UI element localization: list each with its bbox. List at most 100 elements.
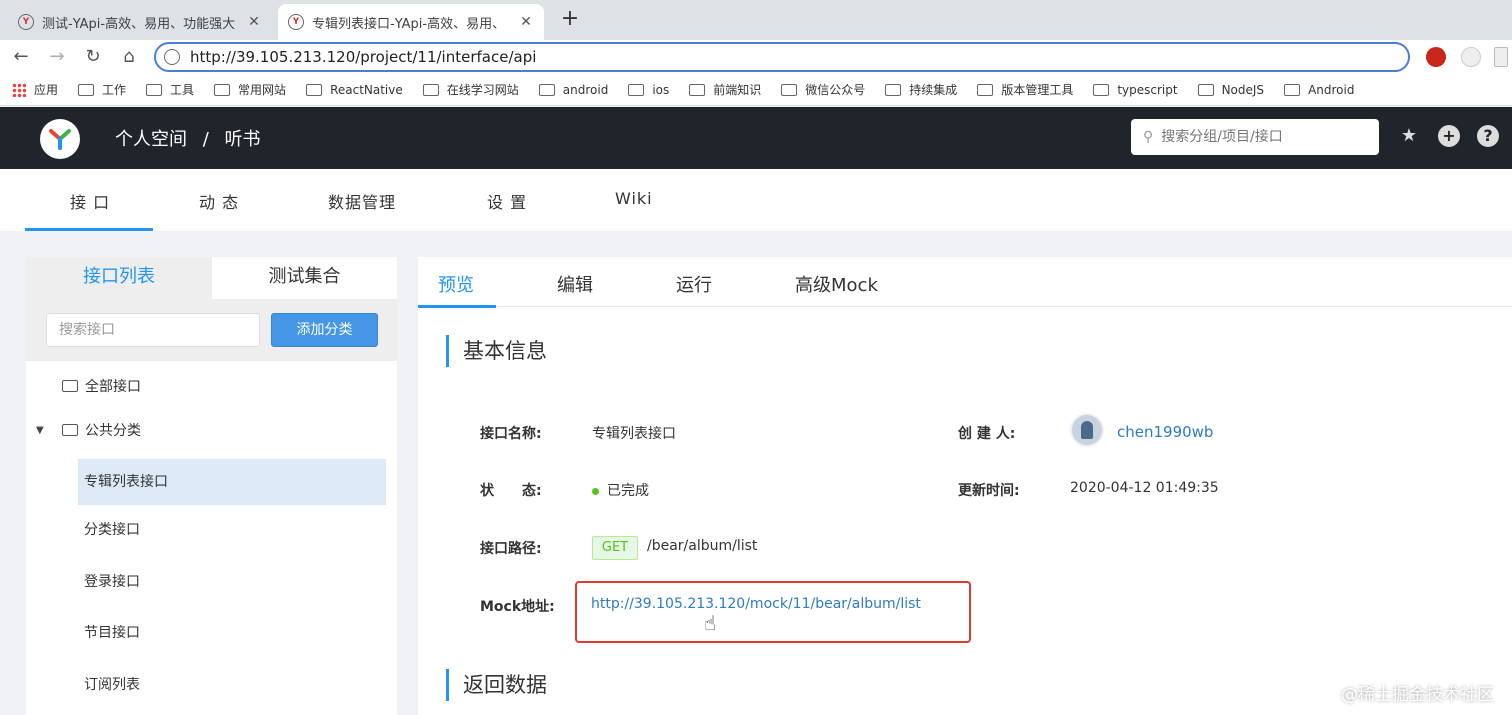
app-header: 个人空间 / 听书 ⚲ ★ + ? — [0, 107, 1512, 169]
folder-icon — [628, 83, 645, 96]
folder-icon — [538, 83, 555, 96]
yapi-favicon-icon: Y — [18, 14, 34, 30]
breadcrumb-separator: / — [202, 129, 209, 150]
subnav-data-manage[interactable]: 数据管理 — [328, 189, 396, 213]
interface-detail: 预览 编辑 运行 高级Mock 基本信息 接口名称: 专辑列表接口 创 建 人:… — [418, 257, 1512, 715]
tree-item-login-api[interactable]: 登录接口 — [78, 559, 386, 605]
tree-item-subscribe-list[interactable]: 订阅列表 — [78, 662, 386, 708]
bookmark-folder[interactable]: NodeJS — [1197, 83, 1264, 97]
folder-icon — [78, 83, 95, 96]
folder-icon — [977, 83, 994, 96]
yapi-favicon-icon: Y — [288, 14, 304, 30]
yapi-favicon-icon — [164, 49, 180, 65]
bookmarks-bar: 应用 工作 工具 常用网站 ReactNative 在线学习网站 android… — [0, 74, 1512, 106]
browser-tab-1[interactable]: Y 测试-YApi-高效、易用、功能强大 ✕ — [8, 4, 272, 40]
bookmark-folder[interactable]: typescript — [1093, 83, 1178, 97]
reload-icon[interactable]: ↻ — [80, 44, 106, 70]
creator-link[interactable]: chen1990wb — [1117, 423, 1213, 441]
forward-arrow-icon[interactable]: → — [44, 44, 70, 70]
interface-search-input[interactable]: 搜索接口 — [46, 313, 260, 347]
subnav-settings[interactable]: 设 置 — [487, 189, 527, 213]
help-icon[interactable]: ? — [1477, 125, 1499, 147]
extension-icon[interactable] — [1494, 47, 1508, 67]
folder-icon — [885, 83, 902, 96]
breadcrumb-project[interactable]: 听书 — [225, 129, 261, 150]
yapi-logo-mark — [49, 129, 71, 150]
bookmark-folder[interactable]: 在线学习网站 — [422, 81, 519, 98]
breadcrumb-space[interactable]: 个人空间 — [115, 129, 187, 150]
watermark-text: @稀土掘金技术社区 — [1341, 685, 1494, 705]
tree-item-album-list[interactable]: 专辑列表接口 — [78, 459, 386, 505]
folder-icon — [146, 83, 163, 96]
bookmark-folder[interactable]: 常用网站 — [214, 81, 286, 98]
tree-category[interactable]: ▼ 公共分类 — [26, 408, 397, 452]
bookmark-folder[interactable]: 工作 — [78, 81, 126, 98]
back-arrow-icon[interactable]: ← — [8, 44, 34, 70]
tab-run[interactable]: 运行 — [676, 271, 712, 297]
close-icon[interactable]: ✕ — [518, 14, 534, 30]
header-search[interactable]: ⚲ — [1131, 119, 1379, 155]
yapi-logo-icon[interactable] — [40, 119, 80, 159]
tab-title: 测试-YApi-高效、易用、功能强大 — [42, 16, 236, 32]
avatar[interactable] — [1070, 413, 1104, 447]
home-icon[interactable]: ⌂ — [116, 44, 142, 70]
folder-open-icon — [62, 424, 78, 436]
tab-preview[interactable]: 预览 — [438, 271, 474, 297]
tab-edit[interactable]: 编辑 — [557, 271, 593, 297]
bookmark-folder[interactable]: 版本管理工具 — [977, 81, 1073, 98]
bookmark-apps[interactable]: 应用 — [12, 81, 58, 98]
tree-item-program-api[interactable]: 节目接口 — [78, 610, 386, 656]
apps-grid-icon — [12, 82, 26, 97]
sidebar-tabs: 接口列表 测试集合 — [26, 257, 397, 299]
tree-item-category-api[interactable]: 分类接口 — [78, 507, 386, 553]
tab-interface-list[interactable]: 接口列表 — [26, 257, 212, 299]
folder-icon — [781, 83, 798, 96]
hand-cursor-icon: ☝ — [704, 611, 717, 635]
status-value: 已完成 — [607, 483, 649, 499]
status-dot-icon — [592, 487, 599, 495]
tree-all-interfaces[interactable]: 全部接口 — [26, 364, 397, 408]
name-label: 接口名称: — [480, 426, 542, 442]
subnav-activity[interactable]: 动 态 — [199, 189, 239, 213]
tree-all-label: 全部接口 — [85, 379, 141, 395]
url-bar[interactable]: http://39.105.213.120/project/11/interfa… — [154, 42, 1410, 72]
address-row: ← → ↻ ⌂ http://39.105.213.120/project/11… — [0, 40, 1512, 74]
tab-title: 专辑列表接口-YApi-高效、易用、 — [312, 16, 506, 32]
tab-test-collection[interactable]: 测试集合 — [212, 257, 397, 299]
subnav-active-indicator — [25, 228, 153, 231]
extension-icon[interactable] — [1426, 47, 1446, 67]
bookmark-folder[interactable]: 前端知识 — [689, 81, 761, 98]
subnav-interface[interactable]: 接 口 — [70, 189, 110, 213]
mock-url-link[interactable]: http://39.105.213.120/mock/11/bear/album… — [591, 596, 921, 612]
url-text: http://39.105.213.120/project/11/interfa… — [190, 48, 537, 66]
close-icon[interactable]: ✕ — [246, 14, 262, 30]
subnav-wiki[interactable]: Wiki — [615, 189, 653, 208]
path-label: 接口路径: — [480, 541, 542, 557]
bookmark-folder[interactable]: 微信公众号 — [781, 81, 865, 98]
add-category-button[interactable]: 添加分类 — [271, 313, 378, 347]
browser-tabbar: Y 测试-YApi-高效、易用、功能强大 ✕ Y 专辑列表接口-YApi-高效、… — [0, 0, 1512, 40]
mock-label: Mock地址: — [480, 599, 555, 615]
header-search-input[interactable] — [1161, 129, 1362, 145]
bookmark-folder[interactable]: 持续集成 — [885, 81, 957, 98]
folder-icon — [1284, 83, 1301, 96]
extension-icon[interactable] — [1461, 47, 1481, 67]
tab-advanced-mock[interactable]: 高级Mock — [795, 271, 878, 297]
bookmark-folder[interactable]: android — [538, 83, 608, 97]
method-badge: GET — [592, 536, 638, 560]
name-value: 专辑列表接口 — [592, 426, 676, 442]
star-icon[interactable]: ★ — [1398, 125, 1420, 147]
browser-tab-2[interactable]: Y 专辑列表接口-YApi-高效、易用、 ✕ — [278, 4, 544, 40]
folder-icon — [422, 83, 439, 96]
interface-sidebar: 接口列表 测试集合 搜索接口 添加分类 全部接口 ▼ 公共分类 专辑列表接口 分… — [26, 257, 397, 715]
bookmark-folder[interactable]: 工具 — [146, 81, 194, 98]
plus-icon[interactable]: + — [558, 6, 582, 31]
folder-icon — [1197, 83, 1214, 96]
plus-circle-icon[interactable]: + — [1438, 125, 1460, 147]
bookmark-folder[interactable]: ios — [628, 83, 669, 97]
caret-down-icon[interactable]: ▼ — [36, 425, 44, 436]
detail-tabs: 预览 编辑 运行 高级Mock — [418, 257, 1512, 308]
bookmark-folder[interactable]: Android — [1284, 83, 1354, 97]
bookmark-folder[interactable]: ReactNative — [306, 83, 403, 97]
updated-value: 2020-04-12 01:49:35 — [1070, 480, 1219, 496]
